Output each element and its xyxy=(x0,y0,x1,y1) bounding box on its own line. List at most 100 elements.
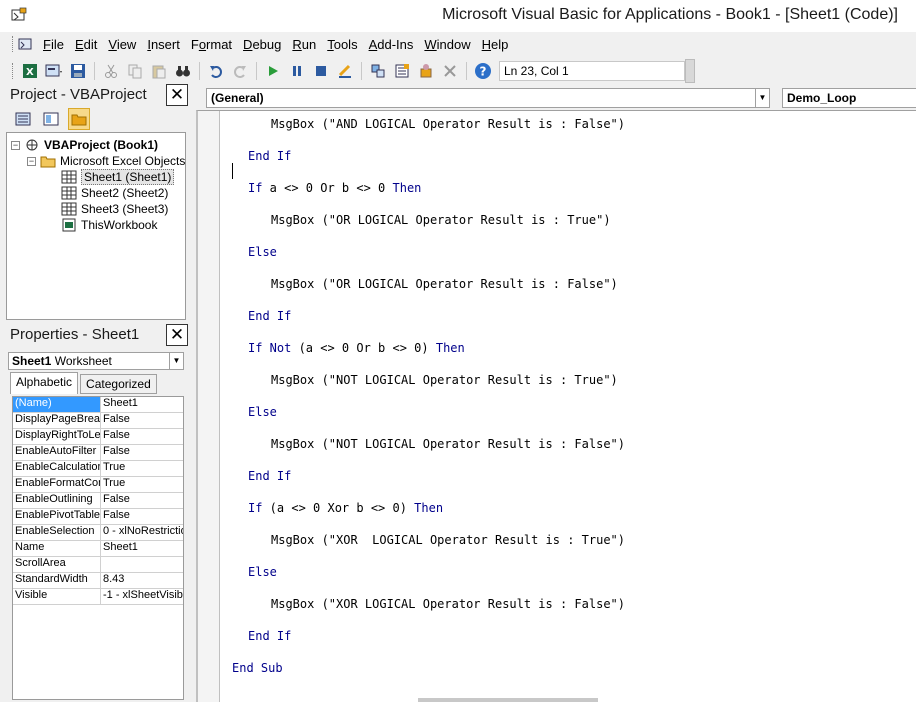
horizontal-scrollbar[interactable] xyxy=(418,698,598,702)
vba-menu-icon[interactable] xyxy=(18,37,34,51)
property-value[interactable]: False xyxy=(101,509,183,524)
menu-grip[interactable] xyxy=(12,36,15,52)
property-row[interactable]: EnableFormatCon True xyxy=(13,477,183,493)
tree-node-vbaproject[interactable]: − VBAProject (Book1) xyxy=(11,137,158,153)
toolbox-button[interactable] xyxy=(440,61,460,81)
property-value[interactable]: 0 - xlNoRestrictio xyxy=(101,525,183,540)
code-text: MsgBox ("NOT LOGICAL Operator Result is … xyxy=(271,373,618,387)
property-row[interactable]: DisplayRightToLef False xyxy=(13,429,183,445)
collapse-icon[interactable]: − xyxy=(11,140,20,150)
property-row[interactable]: EnablePivotTable False xyxy=(13,509,183,525)
menu-insert[interactable]: Insert xyxy=(144,37,188,52)
property-value[interactable]: True xyxy=(101,461,183,476)
code-line: If (a <> 0 Xor b <> 0) Then xyxy=(248,501,443,515)
object-selector[interactable]: Sheet1 Worksheet ▼ xyxy=(8,352,184,370)
menu-window[interactable]: Window xyxy=(421,37,478,52)
property-value[interactable]: True xyxy=(101,477,183,492)
property-row[interactable]: DisplayPageBreak False xyxy=(13,413,183,429)
property-value[interactable]: Sheet1 xyxy=(101,397,183,412)
property-row[interactable]: EnableSelection 0 - xlNoRestrictio xyxy=(13,525,183,541)
code-keyword: End If xyxy=(248,149,292,163)
worksheet-icon xyxy=(61,186,77,200)
redo-icon xyxy=(234,66,246,78)
project-explorer-button[interactable] xyxy=(368,61,388,81)
project-close-button[interactable]: ✕ xyxy=(166,84,188,106)
tree-node-thisworkbook[interactable]: ThisWorkbook xyxy=(61,217,157,233)
svg-text:X: X xyxy=(26,67,34,78)
menu-file[interactable]: File xyxy=(40,37,72,52)
tree-node-excel-objects[interactable]: − Microsoft Excel Objects xyxy=(27,153,185,169)
object-browser-button[interactable] xyxy=(416,61,436,81)
menu-addins[interactable]: Add-Ins xyxy=(366,37,422,52)
toggle-folders-button[interactable] xyxy=(68,108,90,130)
break-button[interactable] xyxy=(287,61,307,81)
design-mode-button[interactable] xyxy=(335,61,355,81)
procedure-combo-value: Demo_Loop xyxy=(787,91,857,105)
property-value[interactable] xyxy=(101,557,183,572)
standard-toolbar: X ? Ln 23, Col 1 xyxy=(0,58,916,84)
play-icon xyxy=(269,66,278,76)
property-value[interactable]: False xyxy=(101,445,183,460)
breakpoint-margin[interactable] xyxy=(198,111,220,702)
cut-button[interactable] xyxy=(101,61,121,81)
pane-splitter[interactable] xyxy=(188,84,194,702)
property-value[interactable]: False xyxy=(101,429,183,444)
window-title: Microsoft Visual Basic for Applications … xyxy=(442,6,898,23)
property-row[interactable]: (Name) Sheet1 xyxy=(13,397,183,413)
paste-icon xyxy=(152,65,166,79)
view-object-button[interactable] xyxy=(40,108,62,130)
undo-button[interactable] xyxy=(206,61,226,81)
collapse-icon[interactable]: − xyxy=(27,156,36,166)
property-value[interactable]: -1 - xlSheetVisib xyxy=(101,589,183,604)
tab-alphabetic[interactable]: Alphabetic xyxy=(10,372,79,394)
property-value[interactable]: 8.43 xyxy=(101,573,183,588)
menu-view[interactable]: View xyxy=(105,37,144,52)
code-text: (a <> 0 Or b <> 0) xyxy=(291,341,436,355)
menu-debug[interactable]: Debug xyxy=(240,37,289,52)
toolbar-options[interactable] xyxy=(685,59,695,83)
property-value[interactable]: False xyxy=(101,413,183,428)
vbaproject-icon xyxy=(24,138,40,152)
view-excel-button[interactable]: X xyxy=(20,61,40,81)
run-button[interactable] xyxy=(263,61,283,81)
tree-node-sheet3[interactable]: Sheet3 (Sheet3) xyxy=(61,201,168,217)
tree-node-sheet2[interactable]: Sheet2 (Sheet2) xyxy=(61,185,168,201)
help-button[interactable]: ? xyxy=(473,61,493,81)
menu-help[interactable]: Help xyxy=(479,37,517,52)
find-button[interactable] xyxy=(173,61,193,81)
insert-userform-button[interactable] xyxy=(44,61,64,81)
property-row[interactable]: EnableOutlining False xyxy=(13,493,183,509)
toolbar-grip[interactable] xyxy=(12,63,15,79)
property-row[interactable]: Visible -1 - xlSheetVisib xyxy=(13,589,183,605)
menu-run[interactable]: Run xyxy=(289,37,324,52)
view-code-button[interactable] xyxy=(12,108,34,130)
binoculars-icon xyxy=(176,66,190,77)
toolbar-separator xyxy=(199,62,200,80)
object-combo[interactable]: (General) ▼ xyxy=(206,88,770,108)
tree-node-sheet1[interactable]: Sheet1 (Sheet1) xyxy=(61,169,175,185)
property-value[interactable]: False xyxy=(101,493,183,508)
menu-format[interactable]: Format xyxy=(188,37,240,52)
menu-edit[interactable]: Edit xyxy=(72,37,105,52)
project-toolbar xyxy=(6,106,188,132)
reset-button[interactable] xyxy=(311,61,331,81)
properties-window-button[interactable] xyxy=(392,61,412,81)
redo-button[interactable] xyxy=(230,61,250,81)
code-line: MsgBox ("OR LOGICAL Operator Result is :… xyxy=(271,213,611,227)
property-value[interactable]: Sheet1 xyxy=(101,541,183,556)
paste-button[interactable] xyxy=(149,61,169,81)
property-name: (Name) xyxy=(13,397,101,412)
properties-close-button[interactable]: ✕ xyxy=(166,324,188,346)
procedure-combo[interactable]: Demo_Loop xyxy=(782,88,916,108)
property-row[interactable]: StandardWidth 8.43 xyxy=(13,573,183,589)
code-keyword: If Not xyxy=(248,341,292,355)
property-row[interactable]: EnableAutoFilter False xyxy=(13,445,183,461)
save-button[interactable] xyxy=(68,61,88,81)
tab-categorized[interactable]: Categorized xyxy=(80,374,157,394)
code-editor[interactable]: MsgBox ("AND LOGICAL Operator Result is … xyxy=(196,110,916,702)
property-row[interactable]: EnableCalculation True xyxy=(13,461,183,477)
copy-button[interactable] xyxy=(125,61,145,81)
property-row[interactable]: ScrollArea xyxy=(13,557,183,573)
menu-tools[interactable]: Tools xyxy=(324,37,365,52)
property-row[interactable]: Name Sheet1 xyxy=(13,541,183,557)
